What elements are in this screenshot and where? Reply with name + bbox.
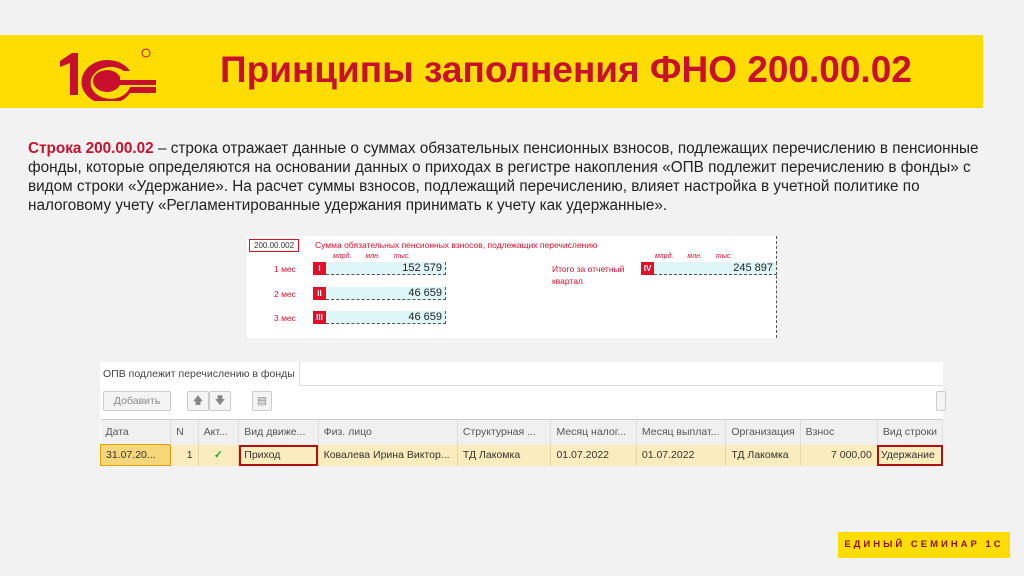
seminar-badge: ЕДИНЫЙ СЕМИНАР 1С [838,532,1010,558]
page-title: Принципы заполнения ФНО 200.00.02 [220,49,912,90]
month-value: 46 659 [326,287,446,300]
month-value: 152 579 [326,262,446,275]
add-button[interactable]: Добавить [103,391,171,411]
cell-line-type[interactable]: Удержание [877,444,944,466]
col-person[interactable]: Физ. лицо [318,419,458,445]
1c-logo [60,48,156,101]
form-title: Сумма обязательных пенсионных взносов, п… [315,240,598,250]
col-org[interactable]: Организация [725,419,801,445]
total-value: 245 897 [654,262,777,275]
description-text: – строка отражает данные о суммах обязат… [28,140,979,214]
export-button[interactable]: ▤ [252,391,272,411]
check-icon[interactable]: ✓ [198,444,240,466]
table-row[interactable]: 31.07.20... 1 ✓ Приход Ковалева Ирина Ви… [99,444,944,466]
roman-marker: II [313,287,326,300]
cell-movement[interactable]: Приход [238,444,319,466]
col-n[interactable]: N [170,419,199,445]
units-label: млрд. млн. тыс. [655,253,733,260]
month-label: 2 мес [274,289,296,299]
month-label: 1 мес [274,264,296,274]
move-down-button[interactable]: 🡇 [209,391,231,411]
more-button[interactable] [936,391,946,411]
table-header: Дата N Акт... Вид движе... Физ. лицо Стр… [100,419,944,445]
roman-marker: IV [641,262,654,275]
col-amount[interactable]: Взнос [800,419,878,445]
total-label: Итого за отчетный [552,264,625,274]
col-unit[interactable]: Структурная ... [457,419,552,445]
line-code: 200.00.002 [249,239,300,252]
cell-org[interactable]: ТД Лакомка [725,444,801,466]
cell-pay-month[interactable]: 01.07.2022 [636,444,727,466]
cell-n[interactable]: 1 [170,444,199,466]
col-active[interactable]: Акт... [198,419,240,445]
declaration-form-fragment: 200.00.002 Сумма обязательных пенсионных… [247,236,777,338]
month-label: 3 мес [274,313,296,323]
col-pay-month[interactable]: Месяц выплат... [636,419,727,445]
cell-unit[interactable]: ТД Лакомка [457,444,552,466]
col-date[interactable]: Дата [100,419,172,445]
divider [300,385,943,386]
arrow-up-icon: 🡅 [192,395,204,407]
cell-tax-month[interactable]: 01.07.2022 [550,444,637,466]
col-line-type[interactable]: Вид строки [877,419,944,445]
register-window: ОПВ подлежит перечислению в фонды Добави… [99,362,946,466]
description-lead: Строка 200.00.02 [28,140,154,157]
total-label-2: квартал [552,276,583,286]
roman-marker: I [313,262,326,275]
tab-opv[interactable]: ОПВ подлежит перечислению в фонды [100,362,300,386]
roman-marker: III [313,311,326,324]
arrow-down-icon: 🡇 [214,395,226,407]
units-label: млрд. млн. тыс. [333,253,411,260]
header-banner: Принципы заполнения ФНО 200.00.02 [0,35,983,108]
document-icon: ▤ [257,395,267,407]
cell-date[interactable]: 31.07.20... [99,444,172,466]
month-value: 46 659 [326,311,446,324]
register-table: Дата N Акт... Вид движе... Физ. лицо Стр… [99,419,944,466]
move-up-button[interactable]: 🡅 [187,391,209,411]
description: Строка 200.00.02 – строка отражает данны… [28,139,998,215]
col-tax-month[interactable]: Месяц налог... [550,419,637,445]
cell-person[interactable]: Ковалева Ирина Виктор... [318,444,458,466]
col-movement[interactable]: Вид движе... [238,419,319,445]
cell-amount[interactable]: 7 000,00 [800,444,878,466]
